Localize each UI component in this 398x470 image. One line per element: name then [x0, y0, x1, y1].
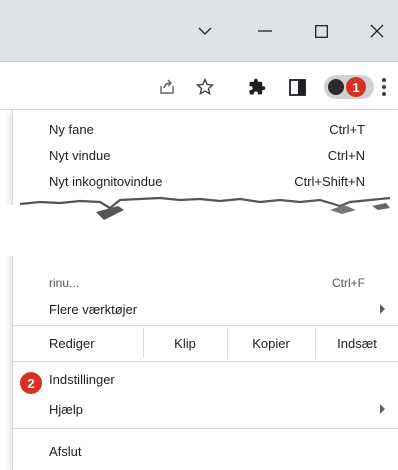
menu-separator — [13, 325, 398, 326]
browser-toolbar: 1 — [0, 62, 398, 110]
menu-shortcut: Ctrl+T — [329, 122, 365, 137]
menu-shortcut: Ctrl+N — [327, 148, 365, 163]
menu-separator — [13, 361, 398, 362]
menu-label: rinu... — [49, 276, 80, 290]
menu-label: Ny fane — [49, 122, 94, 137]
kebab-menu-icon[interactable] — [374, 75, 394, 99]
cut-button[interactable]: Klip — [143, 328, 227, 358]
menu-item-exit[interactable]: Afslut — [13, 438, 398, 466]
share-icon[interactable] — [154, 74, 180, 100]
menu-label: Afslut — [49, 444, 82, 459]
menu-label: Nyt vindue — [49, 148, 111, 163]
menu-item-settings[interactable]: Indstillinger — [13, 366, 398, 394]
torn-edge-overlay — [0, 196, 398, 256]
chrome-main-menu: Ny fane Ctrl+T Nyt vindue Ctrl+N Nyt ink… — [12, 110, 398, 470]
chevron-down-icon[interactable] — [190, 16, 220, 46]
menu-shortcut: Ctrl+F — [332, 276, 365, 290]
menu-item-find[interactable]: rinu... Ctrl+F — [13, 270, 398, 298]
step-badge-1: 1 — [346, 77, 366, 97]
menu-label: Flere værktøjer — [49, 302, 138, 317]
avatar-icon — [328, 79, 344, 95]
edit-label: Rediger — [49, 335, 95, 351]
minimize-icon[interactable] — [250, 16, 280, 46]
extensions-puzzle-icon[interactable] — [244, 74, 270, 100]
paste-button[interactable]: Indsæt — [315, 328, 398, 358]
menu-item-more-tools[interactable]: Flere værktøjer — [13, 296, 398, 324]
browser-titlebar — [0, 0, 398, 62]
maximize-icon[interactable] — [306, 16, 336, 46]
star-icon[interactable] — [192, 74, 218, 100]
menu-label: Indstillinger — [49, 372, 115, 387]
chevron-right-icon — [380, 404, 385, 414]
menu-item-new-window[interactable]: Nyt vindue Ctrl+N — [13, 142, 398, 170]
close-icon[interactable] — [362, 16, 392, 46]
menu-item-new-tab[interactable]: Ny fane Ctrl+T — [13, 116, 398, 144]
menu-item-help[interactable]: Hjælp — [13, 396, 398, 424]
chevron-right-icon — [380, 304, 385, 314]
side-panel-icon[interactable] — [284, 74, 310, 100]
menu-label: Hjælp — [49, 402, 83, 417]
step-badge-2: 2 — [20, 372, 42, 394]
menu-separator — [13, 428, 398, 429]
copy-button[interactable]: Kopier — [227, 328, 315, 358]
menu-edit-row: Rediger Klip Kopier Indsæt — [13, 328, 398, 358]
